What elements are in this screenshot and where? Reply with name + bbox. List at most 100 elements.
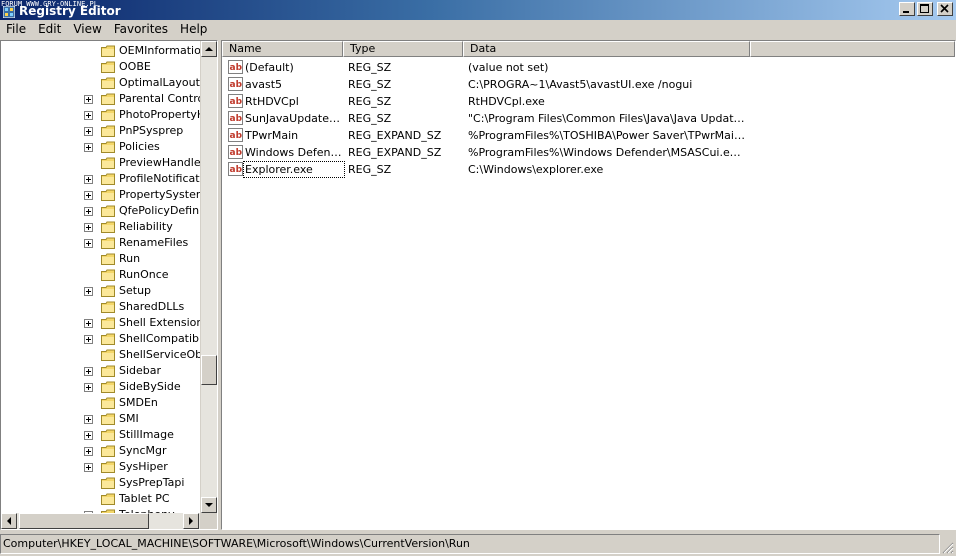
- expand-toggle[interactable]: [84, 207, 93, 216]
- expand-toggle[interactable]: [84, 383, 93, 392]
- value-row[interactable]: ab Windows Defender REG_EXPAND_SZ %ProgramF…: [222, 144, 955, 161]
- tree-node-label: PropertySystem: [119, 188, 201, 201]
- expand-toggle[interactable]: [84, 191, 93, 200]
- tree-node[interactable]: PropertySystem: [1, 187, 201, 203]
- expand-toggle[interactable]: [84, 287, 93, 296]
- menu-file[interactable]: File: [0, 20, 32, 38]
- value-row[interactable]: ab Explorer.exe REG_SZ C:\Windows\explorer.…: [222, 161, 955, 178]
- folder-icon: [101, 301, 115, 313]
- scroll-right-button[interactable]: [183, 513, 199, 529]
- expand-toggle[interactable]: [84, 463, 93, 472]
- tree-node[interactable]: Sidebar: [1, 363, 201, 379]
- menu-bar: File Edit View Favorites Help: [0, 20, 956, 38]
- tree-node[interactable]: PreviewHandlers: [1, 155, 201, 171]
- scroll-down-button[interactable]: [201, 497, 217, 513]
- folder-icon: [101, 477, 115, 489]
- horizontal-scroll-thumb[interactable]: [19, 513, 149, 529]
- menu-help[interactable]: Help: [174, 20, 213, 38]
- scroll-left-button[interactable]: [1, 513, 17, 529]
- value-name: SunJavaUpdateSched: [245, 112, 343, 125]
- value-row[interactable]: abSunJavaUpdateSched REG_SZ "C:\Program Fi…: [222, 110, 955, 127]
- tree-node[interactable]: SideBySide: [1, 379, 201, 395]
- tree-node[interactable]: RunOnce: [1, 267, 201, 283]
- tree-horizontal-scrollbar[interactable]: [1, 513, 200, 529]
- tree-node[interactable]: PhotoPropertyHandler: [1, 107, 201, 123]
- tree-node[interactable]: Tablet PC: [1, 491, 201, 507]
- folder-icon: [101, 253, 115, 265]
- tree-node[interactable]: PnPSysprep: [1, 123, 201, 139]
- registry-tree-pane[interactable]: OEMInformation OOBE OptimalLayout Parental …: [0, 40, 218, 530]
- expand-toggle[interactable]: [84, 143, 93, 152]
- value-name: RtHDVCpl: [245, 95, 299, 108]
- expand-toggle[interactable]: [84, 127, 93, 136]
- tree-vertical-scrollbar[interactable]: [200, 41, 217, 513]
- expand-toggle[interactable]: [84, 223, 93, 232]
- value-name: Explorer.exe: [243, 161, 345, 178]
- tree-node-label: SharedDLLs: [119, 300, 185, 313]
- tree-node[interactable]: OEMInformation: [1, 43, 201, 59]
- expand-toggle[interactable]: [84, 367, 93, 376]
- tree-node[interactable]: Policies: [1, 139, 201, 155]
- tree-node[interactable]: OOBE: [1, 59, 201, 75]
- value-row[interactable]: ab (Default) REG_SZ (value not set): [222, 59, 955, 76]
- tree-node[interactable]: ShellCompatibility: [1, 331, 201, 347]
- expand-toggle[interactable]: [84, 95, 93, 104]
- value-row[interactable]: ab TPwrMain REG_EXPAND_SZ %ProgramFiles%\TO…: [222, 127, 955, 144]
- column-type-header[interactable]: Type: [343, 41, 463, 57]
- folder-icon: [101, 429, 115, 441]
- tree-node[interactable]: SharedDLLs: [1, 299, 201, 315]
- tree-node[interactable]: SysPrepTapi: [1, 475, 201, 491]
- tree-node[interactable]: QfePolicyDefinitions: [1, 203, 201, 219]
- tree-node[interactable]: SMI: [1, 411, 201, 427]
- expand-toggle[interactable]: [84, 431, 93, 440]
- tree-node-label: OOBE: [119, 60, 151, 73]
- value-row[interactable]: ab RtHDVCpl REG_SZ RtHDVCpl.exe: [222, 93, 955, 110]
- tree-node-label: PnPSysprep: [119, 124, 184, 137]
- resize-grip-icon[interactable]: [942, 542, 954, 554]
- maximize-button[interactable]: [917, 2, 933, 16]
- expand-toggle[interactable]: [84, 111, 93, 120]
- value-row[interactable]: ab avast5 REG_SZ C:\PROGRA~1\Avast5\avastUI…: [222, 76, 955, 93]
- expand-toggle[interactable]: [84, 447, 93, 456]
- tree-node[interactable]: Reliability: [1, 219, 201, 235]
- vertical-scroll-thumb[interactable]: [201, 355, 217, 385]
- tree-node[interactable]: Shell Extensions: [1, 315, 201, 331]
- expand-toggle[interactable]: [84, 415, 93, 424]
- folder-icon: [101, 381, 115, 393]
- svg-text:ab: ab: [230, 63, 243, 73]
- tree-node[interactable]: RenameFiles: [1, 235, 201, 251]
- tree-node[interactable]: ProfileNotification: [1, 171, 201, 187]
- tree-node[interactable]: SMDEn: [1, 395, 201, 411]
- expand-toggle[interactable]: [84, 335, 93, 344]
- menu-view[interactable]: View: [67, 20, 107, 38]
- expand-toggle[interactable]: [84, 175, 93, 184]
- column-data-header[interactable]: Data: [463, 41, 750, 57]
- folder-icon: [101, 397, 115, 409]
- tree-node[interactable]: SyncMgr: [1, 443, 201, 459]
- tree-node-label: ProfileNotification: [119, 172, 201, 185]
- tree-node[interactable]: StillImage: [1, 427, 201, 443]
- tree-node[interactable]: Run: [1, 251, 201, 267]
- tree-node-label: SyncMgr: [119, 444, 167, 457]
- svg-text:ab: ab: [230, 131, 243, 141]
- tree-node[interactable]: SysHiper: [1, 459, 201, 475]
- menu-edit[interactable]: Edit: [32, 20, 67, 38]
- string-value-icon: ab: [228, 162, 243, 176]
- tree-node[interactable]: ShellServiceObjects: [1, 347, 201, 363]
- tree-node[interactable]: Setup: [1, 283, 201, 299]
- folder-icon: [101, 221, 115, 233]
- column-name-header[interactable]: Name: [222, 41, 343, 57]
- title-bar[interactable]: FORUM WWW.GRY-ONLINE.PL Registry Editor: [0, 0, 956, 20]
- folder-icon: [101, 317, 115, 329]
- expand-toggle[interactable]: [84, 239, 93, 248]
- menu-favorites[interactable]: Favorites: [108, 20, 174, 38]
- tree-node-label: QfePolicyDefinitions: [119, 204, 201, 217]
- minimize-button[interactable]: [899, 2, 915, 16]
- list-header: Name Type Data: [222, 41, 955, 57]
- scroll-up-button[interactable]: [201, 41, 217, 57]
- expand-toggle[interactable]: [84, 319, 93, 328]
- tree-node[interactable]: OptimalLayout: [1, 75, 201, 91]
- close-button[interactable]: [937, 2, 953, 16]
- tree-node[interactable]: Parental Controls: [1, 91, 201, 107]
- values-list-pane[interactable]: Name Type Data ab (Default) REG_SZ (value n…: [221, 40, 956, 530]
